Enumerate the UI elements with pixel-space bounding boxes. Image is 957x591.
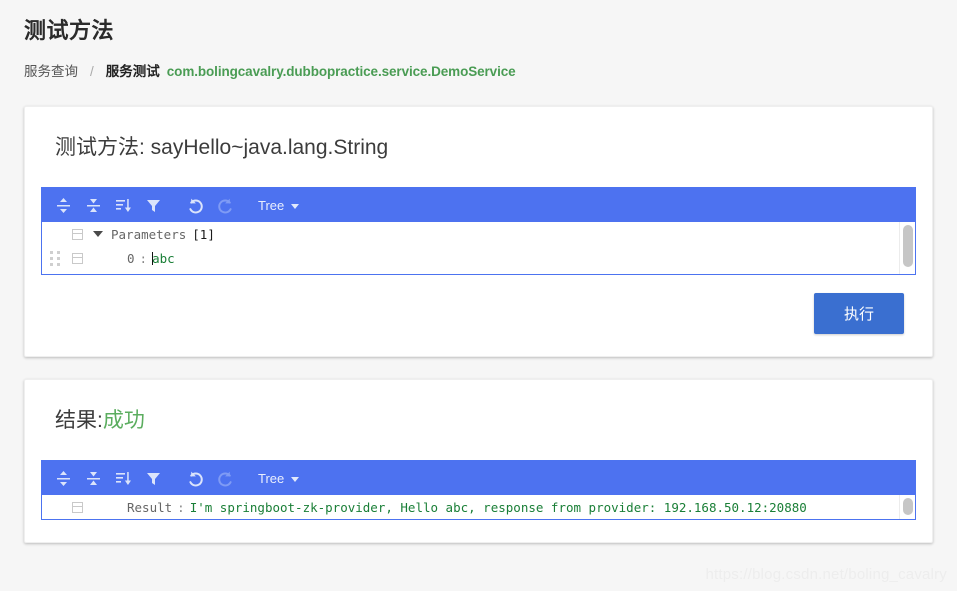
expand-arrow-icon[interactable]	[93, 231, 103, 237]
result-status: 成功	[102, 409, 145, 432]
breadcrumb-item-service-test[interactable]: 服务测试	[106, 62, 160, 82]
page-title: 测试方法	[24, 18, 115, 43]
breadcrumb: 服务查询 / 服务测试 com.bolingcavalry.dubbopract…	[24, 62, 933, 82]
parameters-editor-body[interactable]: Parameters [1] 0 : abc	[42, 222, 915, 274]
parameters-editor-toolbar: Tree	[42, 188, 915, 222]
test-method-heading: 测试方法: sayHello~java.lang.String	[41, 123, 916, 187]
result-editor-toolbar: Tree	[42, 461, 915, 495]
parameters-json-editor[interactable]: Tree Parameters [1] 0 : abc	[41, 187, 916, 275]
result-editor-scrollbar[interactable]	[899, 495, 915, 519]
breadcrumb-service-name: com.bolingcavalry.dubbopractice.service.…	[166, 64, 516, 79]
collapse-all-icon[interactable]	[79, 465, 107, 491]
result-json-editor[interactable]: Tree Result : I'm springboot-zk-provider…	[41, 460, 916, 520]
result-heading-prefix: 结果:	[55, 409, 103, 432]
json-field-name[interactable]: Parameters	[111, 227, 186, 242]
editor-mode-dropdown[interactable]: Tree	[254, 469, 303, 488]
redo-icon[interactable]	[211, 192, 239, 218]
execute-button[interactable]: 执行	[813, 293, 904, 334]
chevron-down-icon	[291, 203, 300, 209]
filter-icon[interactable]	[139, 192, 167, 218]
test-method-name: sayHello~java.lang.String	[150, 136, 389, 159]
node-menu-icon[interactable]	[72, 252, 83, 264]
test-method-card: 测试方法: sayHello~java.lang.String Tree Par…	[24, 106, 933, 357]
sort-icon[interactable]	[109, 465, 137, 491]
breadcrumb-item-service-query[interactable]: 服务查询	[24, 62, 78, 82]
node-menu-icon[interactable]	[72, 228, 83, 240]
chevron-down-icon	[291, 476, 300, 482]
scrollbar-thumb[interactable]	[903, 225, 913, 267]
watermark: https://blog.csdn.net/boling_cavalry	[705, 566, 947, 583]
json-colon: :	[139, 250, 148, 266]
undo-icon[interactable]	[181, 465, 209, 491]
collapse-all-icon[interactable]	[79, 192, 107, 218]
json-item-value[interactable]: abc	[152, 251, 175, 266]
expand-all-icon[interactable]	[49, 192, 77, 218]
execute-button-row: 执行	[41, 275, 916, 334]
redo-icon[interactable]	[211, 465, 239, 491]
expand-all-icon[interactable]	[49, 465, 77, 491]
json-row-result[interactable]: Result : I'm springboot-zk-provider, Hel…	[42, 495, 915, 519]
json-row-parameter-0[interactable]: 0 : abc	[42, 246, 915, 270]
editor-mode-dropdown[interactable]: Tree	[254, 196, 303, 215]
node-menu-icon[interactable]	[72, 501, 83, 513]
test-method-heading-prefix: 测试方法:	[55, 136, 151, 159]
json-array-count: [1]	[192, 226, 215, 242]
breadcrumb-separator: /	[90, 64, 94, 79]
parameters-editor-scrollbar[interactable]	[899, 222, 915, 274]
filter-icon[interactable]	[139, 465, 167, 491]
page-header: 测试方法 服务查询 / 服务测试 com.bolingcavalry.dubbo…	[0, 0, 957, 82]
json-colon: :	[177, 499, 185, 515]
editor-mode-label: Tree	[258, 197, 285, 213]
result-editor-body[interactable]: Result : I'm springboot-zk-provider, Hel…	[42, 495, 915, 519]
drag-handle-icon[interactable]	[50, 251, 66, 266]
sort-icon[interactable]	[109, 192, 137, 218]
undo-icon[interactable]	[181, 192, 209, 218]
json-item-index: 0	[127, 250, 135, 266]
editor-mode-label: Tree	[258, 470, 285, 486]
scrollbar-thumb[interactable]	[903, 498, 913, 515]
json-field-name: Result	[127, 499, 173, 515]
json-row-parameters[interactable]: Parameters [1]	[42, 222, 915, 246]
json-result-value[interactable]: I'm springboot-zk-provider, Hello abc, r…	[190, 500, 807, 515]
result-heading: 结果:成功	[41, 396, 916, 460]
result-card: 结果:成功 Tree Result: I'm springboot-zk-pr…	[24, 379, 933, 543]
